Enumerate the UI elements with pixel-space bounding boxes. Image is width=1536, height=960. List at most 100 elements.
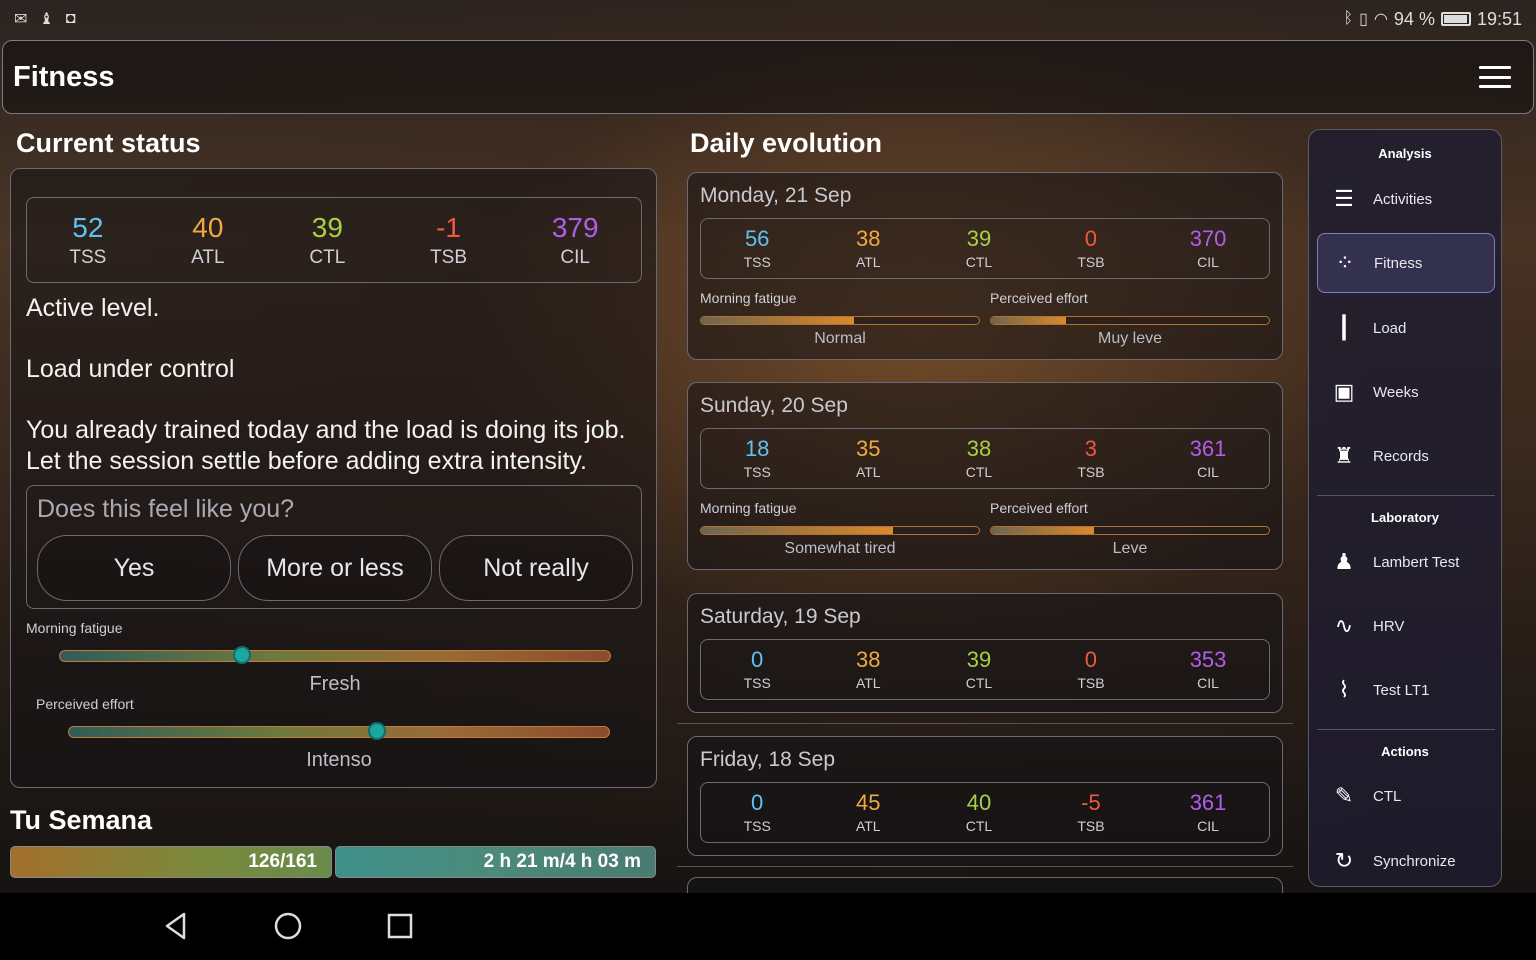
metric-ctl: 38 CTL (966, 436, 992, 480)
metric-tss: 0 TSS (744, 790, 771, 834)
menu-item-test-lt1[interactable]: ⌇ Test LT1 (1317, 660, 1495, 720)
list-icon: ☰ (1334, 186, 1354, 211)
metric-value: 39 (966, 226, 992, 251)
menu-item-label: Lambert Test (1373, 553, 1460, 571)
app-title: Fitness (13, 60, 115, 93)
menu-item-records[interactable]: ♜ Records (1317, 426, 1495, 486)
metric-cil: 379 CIL (551, 211, 599, 267)
metric-value: 0 (1084, 226, 1098, 251)
day-metrics: 0 TSS 45 ATL 40 CTL -5 TSB 361 CIL (700, 782, 1270, 843)
menu-section-analysis: Analysis (1378, 146, 1432, 161)
day-card[interactable]: Sunday, 20 Sep 18 TSS 35 ATL 38 CTL 3 TSB 36… (687, 382, 1283, 570)
metric-label: TSB (1077, 818, 1105, 834)
perceived-effort-bar (990, 316, 1270, 325)
metric-value: 35 (856, 436, 881, 461)
metric-label: TSB (1077, 675, 1105, 691)
trophy-icon: ♜ (1334, 443, 1354, 468)
metric-value: 361 (1189, 790, 1227, 815)
runner-icon: ♟ (1334, 549, 1354, 574)
wifi-icon: ◠ (1373, 11, 1388, 28)
load-status: Load under control (26, 355, 235, 383)
metric-value: 39 (311, 211, 343, 243)
metric-tsb: -1 TSB (430, 211, 468, 268)
menu-item-weeks[interactable]: ▣ Weeks (1317, 362, 1495, 422)
recents-button[interactable] (383, 909, 417, 943)
menu-item-hrv[interactable]: ∿ HRV (1317, 596, 1495, 656)
metric-label: TSS (69, 246, 107, 268)
not-really-button[interactable]: Not really (439, 535, 633, 601)
metric-tsb: -5 TSB (1077, 792, 1105, 834)
week-time-bar: 2 h 21 m/4 h 03 m (335, 846, 656, 878)
day-date: Sunday, 20 Sep (700, 394, 848, 417)
metric-label: TSB (430, 246, 468, 268)
metric-cil: 353 CIL (1190, 649, 1227, 691)
menu-item-load[interactable]: ┃ Load (1317, 298, 1495, 358)
home-button[interactable] (271, 909, 305, 943)
menu-item-activities[interactable]: ☰ Activities (1317, 169, 1495, 229)
metric-ctl: 39 CTL (965, 226, 993, 270)
morning-fatigue-value: Normal (814, 330, 866, 347)
menu-item-label: Load (1373, 319, 1407, 337)
metric-label: ATL (855, 675, 881, 691)
day-date: Monday, 21 Sep (700, 184, 852, 207)
perceived-effort-slider[interactable] (68, 722, 610, 740)
metric-tss: 18 TSS (744, 438, 771, 480)
battery-icon (1440, 12, 1471, 26)
slider-thumb[interactable] (367, 722, 386, 740)
slider-thumb[interactable] (232, 646, 251, 664)
metric-atl: 38 ATL (856, 228, 881, 270)
day-card[interactable]: Saturday, 19 Sep 0 TSS 38 ATL 39 CTL 0 TSB 3… (687, 593, 1283, 713)
metric-label: ATL (191, 246, 225, 268)
menu-item-lambert-test[interactable]: ♟ Lambert Test (1317, 532, 1495, 592)
metric-cil: 370 CIL (1189, 226, 1227, 270)
morning-fatigue-slider[interactable] (59, 646, 611, 664)
metric-value: 38 (966, 436, 992, 461)
metric-value: 40 (192, 211, 224, 243)
metric-cil: 361 CIL (1189, 436, 1227, 480)
menu-separator (1317, 495, 1495, 496)
day-card[interactable]: Friday, 18 Sep 0 TSS 45 ATL 40 CTL -5 TSB 36… (687, 736, 1283, 856)
metric-value: 0 (751, 647, 764, 672)
shield-icon: ◘ (65, 10, 76, 27)
day-metrics: 0 TSS 38 ATL 39 CTL 0 TSB 353 CIL (700, 639, 1270, 700)
metric-value: 370 (1189, 226, 1227, 251)
metric-value: 0 (751, 790, 764, 815)
menu-item-synchronize[interactable]: ↻ Synchronize (1317, 831, 1495, 891)
bar-fill (701, 527, 893, 534)
day-metrics: 56 TSS 38 ATL 39 CTL 0 TSB 370 CIL (700, 218, 1270, 279)
menu-item-label: Fitness (1374, 254, 1423, 272)
more-or-less-button[interactable]: More or less (238, 535, 432, 601)
metric-label: ATL (855, 818, 881, 834)
bar-fill (991, 527, 1094, 534)
metric-label: CTL (965, 818, 993, 834)
metric-label: CIL (1197, 818, 1219, 834)
metric-value: -1 (436, 211, 461, 243)
battery-percent: 94 % (1393, 8, 1435, 29)
back-icon (165, 912, 186, 940)
yes-button[interactable]: Yes (37, 535, 231, 601)
bar-fill (991, 317, 1067, 324)
metric-value: 379 (551, 211, 599, 243)
metric-label: CIL (1197, 254, 1219, 270)
status-message-line1: You already trained today and the load i… (26, 416, 626, 444)
metric-ctl: 40 CTL (965, 792, 993, 834)
stairs-icon: ⌇ (1338, 677, 1350, 702)
metric-value: 52 (72, 211, 104, 243)
day-card[interactable]: Monday, 21 Sep 56 TSS 38 ATL 39 CTL 0 TSB 37… (687, 172, 1283, 360)
metric-label: CIL (1197, 675, 1219, 691)
perceived-effort-value: Leve (1112, 540, 1148, 557)
metric-label: CTL (309, 246, 346, 268)
day-metrics: 18 TSS 35 ATL 38 CTL 3 TSB 361 CIL (700, 428, 1270, 489)
gmail-icon: ✉ (14, 11, 28, 28)
menu-item-ctl[interactable]: ✎ CTL (1317, 766, 1495, 826)
menu-icon[interactable] (1479, 66, 1511, 88)
status-message-line2: Let the session settle before adding ext… (26, 447, 587, 475)
metric-value: 38 (856, 647, 881, 672)
metric-value: 361 (1189, 436, 1227, 461)
back-button[interactable] (159, 909, 193, 943)
metric-ctl: 39 CTL (966, 649, 992, 691)
menu-item-fitness[interactable]: ⁘ Fitness (1317, 233, 1495, 293)
morning-fatigue-label: Morning fatigue (700, 500, 797, 516)
menu-item-label: Test LT1 (1373, 681, 1430, 699)
metric-label: CTL (965, 254, 993, 270)
